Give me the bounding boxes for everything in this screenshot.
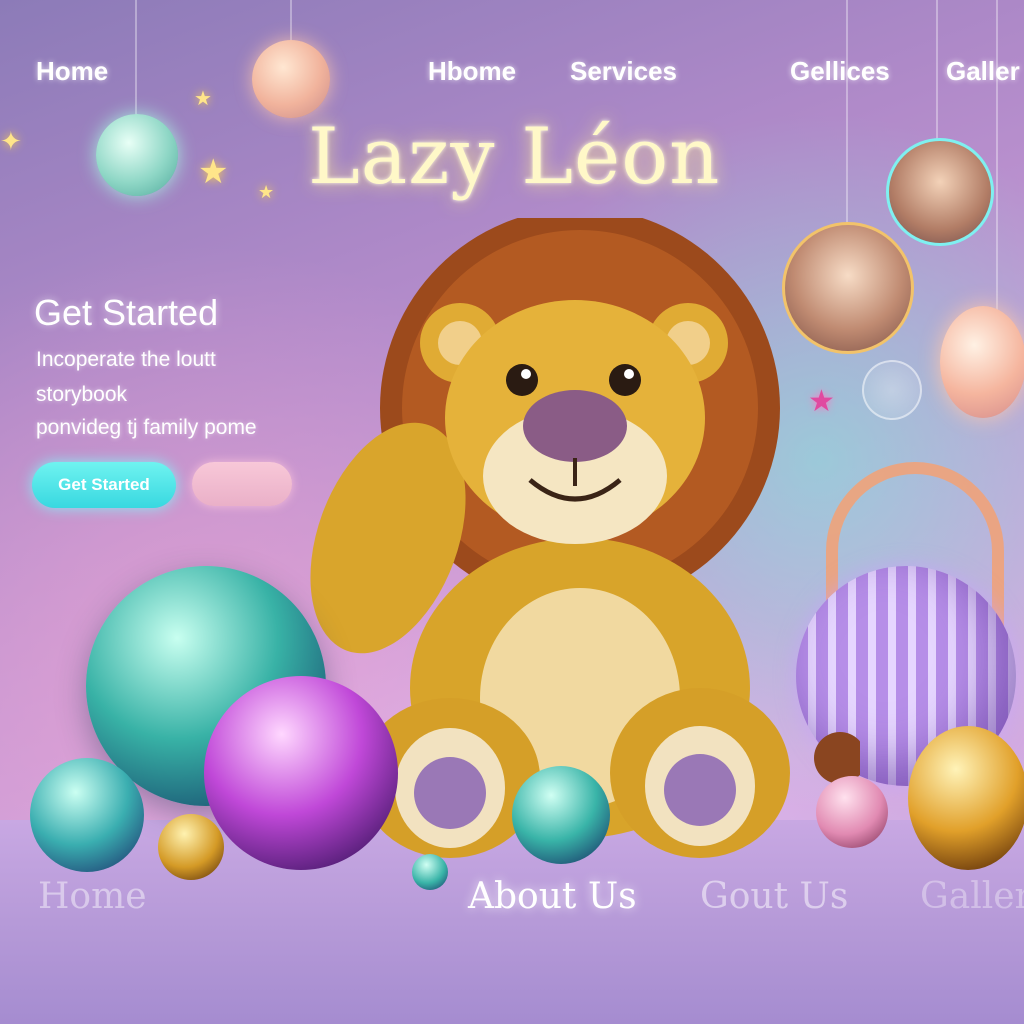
star-icon: ★ xyxy=(258,182,275,202)
disco-ball-pink xyxy=(940,306,1024,418)
page-title: Lazy Léon xyxy=(308,112,721,202)
sphere-gold-large xyxy=(908,726,1024,870)
nav-link-home[interactable]: Home xyxy=(36,56,108,87)
footer-link-about-us[interactable]: About Us xyxy=(468,876,637,917)
sphere-pink xyxy=(816,776,888,848)
hero-text-line: ponvideg tj family pome xyxy=(36,416,257,439)
disco-ball-green xyxy=(96,114,178,196)
sphere-teal-mid xyxy=(512,766,610,864)
secondary-button[interactable] xyxy=(192,462,292,506)
sphere-purple xyxy=(204,676,398,870)
sphere-teal-small xyxy=(30,758,144,872)
portrait-string xyxy=(936,0,938,140)
footer-link-gallery[interactable]: Galler xyxy=(920,876,1024,917)
lamp-string xyxy=(996,0,998,310)
hero-text-line: storybook xyxy=(36,383,128,406)
sphere-gold-small xyxy=(158,814,224,880)
hero-heading: Get Started xyxy=(34,292,219,333)
nav-link-gallery[interactable]: Galler xyxy=(946,56,1020,87)
portrait-string xyxy=(846,0,848,224)
hero-text-line: Incoperate the loutt xyxy=(36,348,216,371)
lamp-string xyxy=(290,0,292,42)
get-started-button[interactable]: Get Started xyxy=(32,462,176,508)
star-icon: ★ xyxy=(194,88,212,110)
star-icon: ✦ xyxy=(0,126,22,156)
star-icon: ★ xyxy=(198,153,229,191)
footer-link-home[interactable]: Home xyxy=(38,876,147,917)
portrait-icon[interactable] xyxy=(886,138,994,246)
nav-link-services[interactable]: Services xyxy=(570,56,677,87)
ornament-ring xyxy=(862,360,922,420)
sphere-teal-tiny xyxy=(412,854,448,890)
nav-link-gellices[interactable]: Gellices xyxy=(790,56,890,87)
lamp-string xyxy=(135,0,137,116)
disco-ball-peach xyxy=(252,40,330,118)
footer-link-about-us-secondary[interactable]: Gout Us xyxy=(700,876,848,917)
nav-link-home-secondary[interactable]: Hbome xyxy=(428,56,516,87)
